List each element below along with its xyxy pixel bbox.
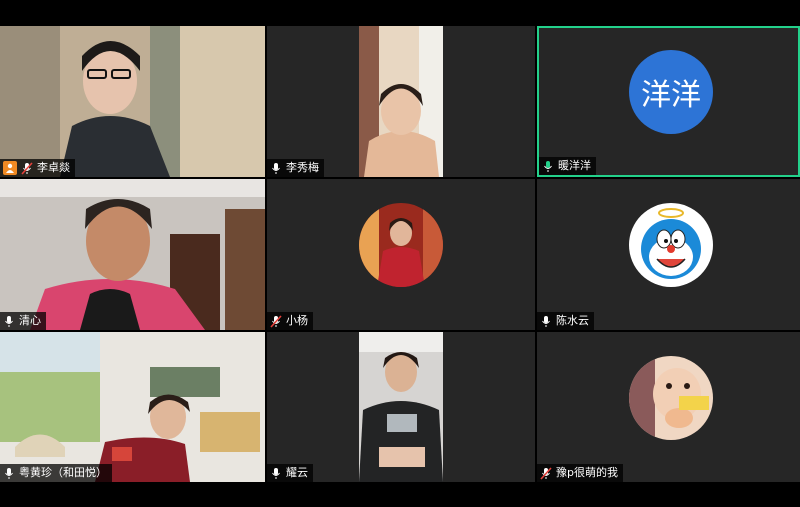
participant-name: 李秀梅 — [286, 161, 319, 174]
participant-label: 清心 — [0, 312, 46, 330]
participant-label: 小杨 — [267, 312, 313, 330]
participant-tile-6[interactable]: 陈水云 — [537, 179, 800, 330]
participant-video — [359, 332, 443, 482]
participant-tile-3[interactable]: 洋洋 暖洋洋 — [537, 26, 800, 177]
microphone-muted-icon — [21, 161, 33, 175]
participant-tile-2[interactable]: 李秀梅 — [267, 26, 535, 177]
video-grid: 李卓燚 李秀梅 洋洋 暖洋洋 清心 小杨 陈水云 粤黄珍（和田悦） 耀云 豫p很… — [0, 26, 800, 482]
microphone-icon — [542, 315, 550, 327]
participant-tile-7[interactable]: 粤黄珍（和田悦） — [0, 332, 265, 482]
participant-label: 耀云 — [267, 464, 313, 482]
participant-tile-8[interactable]: 耀云 — [267, 332, 535, 482]
participant-name: 粤黄珍（和田悦） — [19, 466, 107, 479]
avatar — [629, 203, 713, 287]
participant-name: 暖洋洋 — [558, 159, 591, 172]
microphone-icon — [544, 160, 552, 172]
participant-tile-1[interactable]: 李卓燚 — [0, 26, 265, 177]
microphone-muted-icon — [540, 466, 552, 480]
participant-tile-5[interactable]: 小杨 — [267, 179, 535, 330]
participant-label: 李秀梅 — [267, 159, 324, 177]
avatar — [359, 203, 443, 287]
microphone-icon — [272, 162, 280, 174]
participant-label: 粤黄珍（和田悦） — [0, 464, 112, 482]
microphone-icon — [272, 467, 280, 479]
host-icon — [3, 161, 17, 175]
participant-label: 陈水云 — [537, 312, 594, 330]
participant-video — [359, 26, 443, 177]
participant-name: 李卓燚 — [37, 161, 70, 174]
microphone-icon — [5, 315, 13, 327]
participant-label: 暖洋洋 — [539, 157, 596, 175]
microphone-icon — [5, 467, 13, 479]
participant-name: 陈水云 — [556, 314, 589, 327]
avatar — [629, 356, 713, 440]
participant-name: 清心 — [19, 314, 41, 327]
participant-video — [0, 26, 265, 177]
microphone-muted-icon — [270, 314, 282, 328]
participant-label: 李卓燚 — [0, 159, 75, 177]
avatar: 洋洋 — [629, 50, 713, 134]
participant-name: 耀云 — [286, 466, 308, 479]
participant-label: 豫p很萌的我 — [537, 464, 623, 482]
participant-tile-9[interactable]: 豫p很萌的我 — [537, 332, 800, 482]
participant-name: 豫p很萌的我 — [556, 466, 618, 479]
participant-name: 小杨 — [286, 314, 308, 327]
participant-tile-4[interactable]: 清心 — [0, 179, 265, 330]
participant-video — [0, 179, 265, 330]
participant-video — [0, 332, 265, 482]
